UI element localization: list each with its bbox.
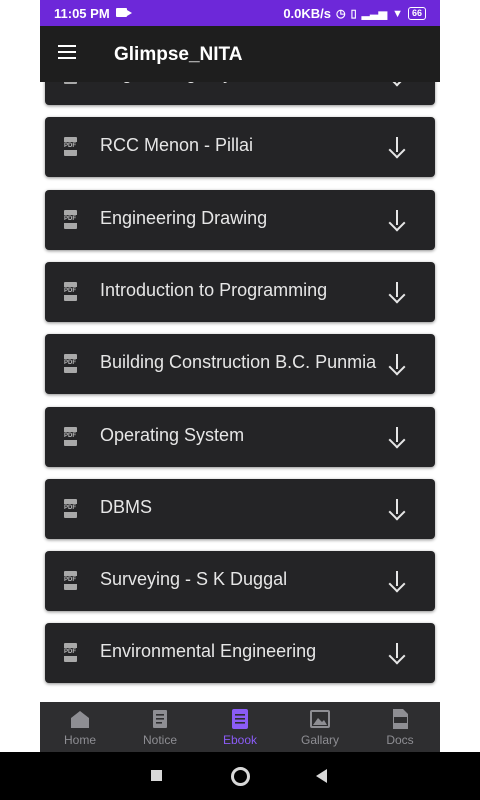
pdf-file-icon: PDF xyxy=(62,137,79,157)
nav-tab-label: Notice xyxy=(142,733,177,747)
home-button[interactable] xyxy=(231,767,250,786)
ebook-title: Building Construction B.C. Punmia xyxy=(100,352,377,373)
pdf-file-icon: PDF xyxy=(62,281,79,302)
ebook-title: Engineering Drawing xyxy=(100,207,268,228)
ebook-card[interactable]: PDF Environmental Engineering xyxy=(45,623,435,684)
ebook-icon xyxy=(228,708,252,730)
bottom-navigation: Home Notice Ebook Gallary Docs xyxy=(40,702,440,752)
ebook-card[interactable]: PDF DBMS xyxy=(45,478,435,539)
nav-tab-home[interactable]: Home xyxy=(40,702,120,752)
nav-tab-ebook[interactable]: Ebook xyxy=(200,702,280,752)
menu-icon[interactable] xyxy=(58,45,78,61)
pdf-file-icon: PDF xyxy=(62,354,79,374)
ebook-card[interactable]: PDF Engineering Drawing xyxy=(45,189,435,250)
ebook-title: Operating System xyxy=(100,424,245,445)
app-screen: 11:05 PM 0.0KB/s ◷ ▯ ▂▃▅ ▼ 66 Glimpse_NI… xyxy=(40,0,440,752)
wifi-icon: ▼ xyxy=(392,7,403,20)
ebook-title: RCC Menon - Pillai xyxy=(100,135,254,156)
ebook-title: Environmental Engineering xyxy=(100,641,317,662)
network-speed: 0.0KB/s xyxy=(283,6,332,21)
nav-tab-label: Gallary xyxy=(300,733,339,747)
download-icon[interactable] xyxy=(388,133,406,159)
download-icon[interactable] xyxy=(388,206,406,232)
home-icon xyxy=(68,708,92,730)
pdf-file-icon: PDF xyxy=(62,571,79,591)
notice-icon xyxy=(148,708,172,730)
vibrate-icon: ▯ xyxy=(350,7,357,20)
status-time: 11:05 PM xyxy=(54,6,110,21)
download-icon[interactable] xyxy=(388,350,406,376)
download-icon[interactable] xyxy=(388,278,406,304)
docs-icon xyxy=(388,708,412,730)
gallery-icon xyxy=(308,708,332,730)
download-icon[interactable] xyxy=(388,423,406,449)
nav-tab-docs[interactable]: Docs xyxy=(360,702,440,752)
nav-tab-label: Home xyxy=(63,733,96,747)
ebook-card[interactable]: PDF RCC Menon - Pillai xyxy=(45,117,435,178)
download-icon[interactable] xyxy=(388,567,406,593)
pdf-file-icon: PDF xyxy=(63,82,79,85)
app-bar: Glimpse_NITA xyxy=(40,26,440,82)
ebook-list[interactable]: PDF Engineering Physics PDF RCC Menon - Pil… xyxy=(40,82,440,702)
battery-icon: 66 xyxy=(407,7,426,20)
download-icon[interactable] xyxy=(388,495,406,521)
download-icon[interactable] xyxy=(388,82,406,87)
pdf-file-icon: PDF xyxy=(62,498,79,519)
ebook-title: DBMS xyxy=(100,496,153,517)
status-bar: 11:05 PM 0.0KB/s ◷ ▯ ▂▃▅ ▼ 66 xyxy=(40,0,440,26)
nav-tab-label: Ebook xyxy=(222,733,258,747)
alarm-icon: ◷ xyxy=(336,7,346,20)
ebook-card[interactable]: PDF Surveying - S K Duggal xyxy=(45,551,435,612)
ebook-card[interactable]: PDF Engineering Physics xyxy=(45,82,435,105)
status-icons: 0.0KB/s ◷ ▯ ▂▃▅ ▼ 66 xyxy=(283,6,426,21)
screen-record-icon xyxy=(116,8,132,17)
nav-tab-notice[interactable]: Notice xyxy=(120,702,200,752)
ebook-card[interactable]: PDF Building Construction B.C. Punmia xyxy=(45,334,435,395)
download-icon[interactable] xyxy=(388,639,406,665)
signal-icon: ▂▃▅ xyxy=(361,7,388,20)
nav-tab-label: Docs xyxy=(386,733,414,747)
ebook-title: Introduction to Programming xyxy=(100,279,328,300)
recents-button[interactable] xyxy=(151,770,162,781)
nav-tab-gallary[interactable]: Gallary xyxy=(280,702,360,752)
ebook-card[interactable]: PDF Introduction to Programming xyxy=(45,261,435,322)
pdf-file-icon: PDF xyxy=(62,209,79,230)
ebook-card[interactable]: PDF Operating System xyxy=(45,406,435,467)
pdf-file-icon: PDF xyxy=(62,426,79,447)
ebook-title: Engineering Physics xyxy=(100,82,263,84)
pdf-file-icon: PDF xyxy=(62,643,79,663)
ebook-title: Surveying - S K Duggal xyxy=(100,569,288,590)
back-button[interactable] xyxy=(316,769,327,783)
app-title: Glimpse_NITA xyxy=(114,44,243,65)
